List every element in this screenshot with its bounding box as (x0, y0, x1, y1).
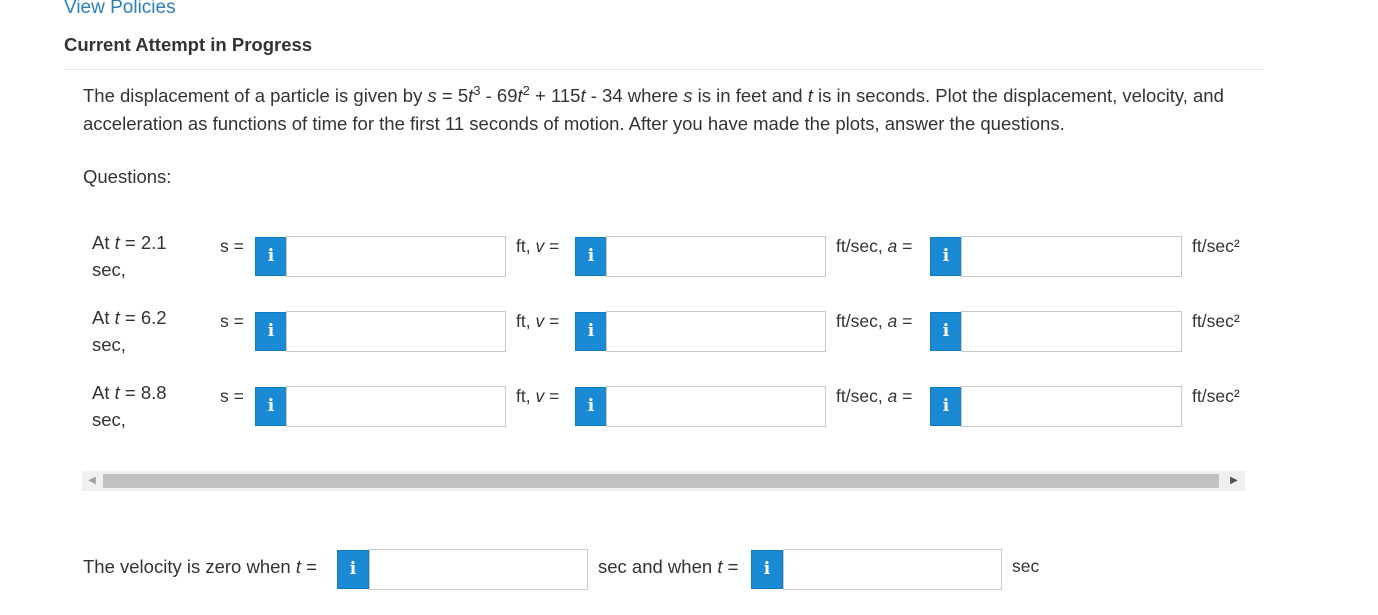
info-icon[interactable]: i (575, 312, 607, 351)
unit-text: ft/sec, (836, 311, 888, 331)
unit-text: ft, (516, 236, 536, 256)
problem-text: = 5 (436, 85, 469, 106)
unit-text: ft/sec, (836, 386, 888, 406)
info-icon[interactable]: i (930, 312, 962, 351)
velocity-zero-unit: sec (1012, 556, 1040, 576)
view-policies-link[interactable]: View Policies (64, 0, 176, 19)
unit-text: ft, (516, 311, 536, 331)
scroll-left-arrow-icon[interactable]: ◀ (82, 471, 102, 491)
unit-text: ft/sec, (836, 236, 888, 256)
row-value: = 2.1 (119, 232, 167, 253)
a-label: ft/sec, a = (836, 236, 912, 257)
velocity-input[interactable] (606, 386, 826, 427)
attempt-title: Current Attempt in Progress (64, 34, 313, 55)
question-panel: View Policies Current Attempt in Progres… (64, 0, 1264, 615)
eq-text: = (897, 311, 913, 331)
a-label: ft/sec, a = (836, 386, 912, 407)
info-icon[interactable]: i (575, 387, 607, 426)
exponent: 2 (522, 82, 530, 98)
row-time-label: At t = 8.8 sec, (92, 379, 192, 433)
scrollbar-thumb[interactable] (103, 474, 1219, 488)
v-label: ft, v = (516, 311, 559, 332)
acceleration-unit: ft/sec² (1192, 236, 1240, 256)
row-time-label: At t = 6.2 sec, (92, 304, 192, 358)
velocity-zero-label: The velocity is zero when t = (83, 556, 317, 578)
var-v: v (535, 386, 545, 406)
v-label: ft, v = (516, 386, 559, 407)
velocity-text: The velocity is zero when (83, 556, 296, 577)
eq-text: = (544, 311, 560, 331)
var-s: s (427, 85, 437, 106)
velocity-input[interactable] (606, 236, 826, 277)
eq-text: = (722, 556, 739, 577)
eq-text: = (544, 386, 560, 406)
eq-text: = (897, 386, 913, 406)
acceleration-input[interactable] (961, 311, 1182, 352)
info-icon[interactable]: i (255, 312, 287, 351)
acceleration-unit: ft/sec² (1192, 311, 1240, 331)
unit-text: ft, (516, 386, 536, 406)
acceleration-unit: ft/sec² (1192, 386, 1240, 406)
displacement-input[interactable] (286, 386, 506, 427)
var-v: v (535, 236, 545, 256)
info-icon[interactable]: i (337, 550, 369, 589)
row-value: = 8.8 (119, 382, 167, 403)
displacement-input[interactable] (286, 311, 506, 352)
row-prefix: At (92, 307, 115, 328)
s-label: s = (220, 311, 244, 331)
row-time-label: At t = 2.1 sec, (92, 229, 192, 283)
velocity-zero-time-1-input[interactable] (369, 549, 588, 590)
velocity-input[interactable] (606, 311, 826, 352)
horizontal-scrollbar[interactable]: ◀ ▶ (82, 471, 1245, 491)
var-a: a (887, 311, 898, 331)
velocity-zero-time-2-input[interactable] (783, 549, 1002, 590)
var-a: a (887, 236, 898, 256)
problem-statement: The displacement of a particle is given … (83, 82, 1248, 138)
info-icon[interactable]: i (930, 387, 962, 426)
problem-text: + 115 (529, 85, 581, 106)
row-prefix: At (92, 232, 115, 253)
var-a: a (887, 386, 898, 406)
a-label: ft/sec, a = (836, 311, 912, 332)
velocity-zero-middle: sec and when t = (598, 556, 738, 578)
var-v: v (535, 311, 545, 331)
info-icon[interactable]: i (255, 387, 287, 426)
v-label: ft, v = (516, 236, 559, 257)
row-prefix: At (92, 382, 115, 403)
info-icon[interactable]: i (255, 237, 287, 276)
eq-text: = (544, 236, 560, 256)
s-label: s = (220, 386, 244, 406)
problem-text: is in feet and (692, 85, 808, 106)
eq-text: = (300, 556, 317, 577)
info-icon[interactable]: i (930, 237, 962, 276)
problem-text: - 34 where (585, 85, 684, 106)
s-label: s = (220, 236, 244, 256)
divider (64, 69, 1264, 70)
acceleration-input[interactable] (961, 386, 1182, 427)
scroll-right-arrow-icon[interactable]: ▶ (1223, 471, 1245, 491)
page: View Policies Current Attempt in Progres… (0, 0, 1378, 615)
acceleration-input[interactable] (961, 236, 1182, 277)
row-unit: sec, (92, 409, 126, 430)
question-row: At t = 8.8 sec, s = i ft, v = i ft/sec, a… (92, 379, 1252, 439)
problem-text: - 69 (480, 85, 518, 106)
question-row: At t = 2.1 sec, s = i ft, v = i ft/sec, a… (92, 229, 1252, 289)
velocity-zero-row: The velocity is zero when t = i sec and … (83, 549, 1253, 591)
question-row: At t = 6.2 sec, s = i ft, v = i ft/sec, a… (92, 304, 1252, 364)
eq-text: = (897, 236, 913, 256)
row-unit: sec, (92, 334, 126, 355)
info-icon[interactable]: i (751, 550, 783, 589)
displacement-input[interactable] (286, 236, 506, 277)
row-value: = 6.2 (119, 307, 167, 328)
var-s: s (683, 85, 693, 106)
questions-label: Questions: (83, 166, 172, 187)
problem-text: The displacement of a particle is given … (83, 85, 428, 106)
info-icon[interactable]: i (575, 237, 607, 276)
row-unit: sec, (92, 259, 126, 280)
velocity-text: sec and when (598, 556, 718, 577)
